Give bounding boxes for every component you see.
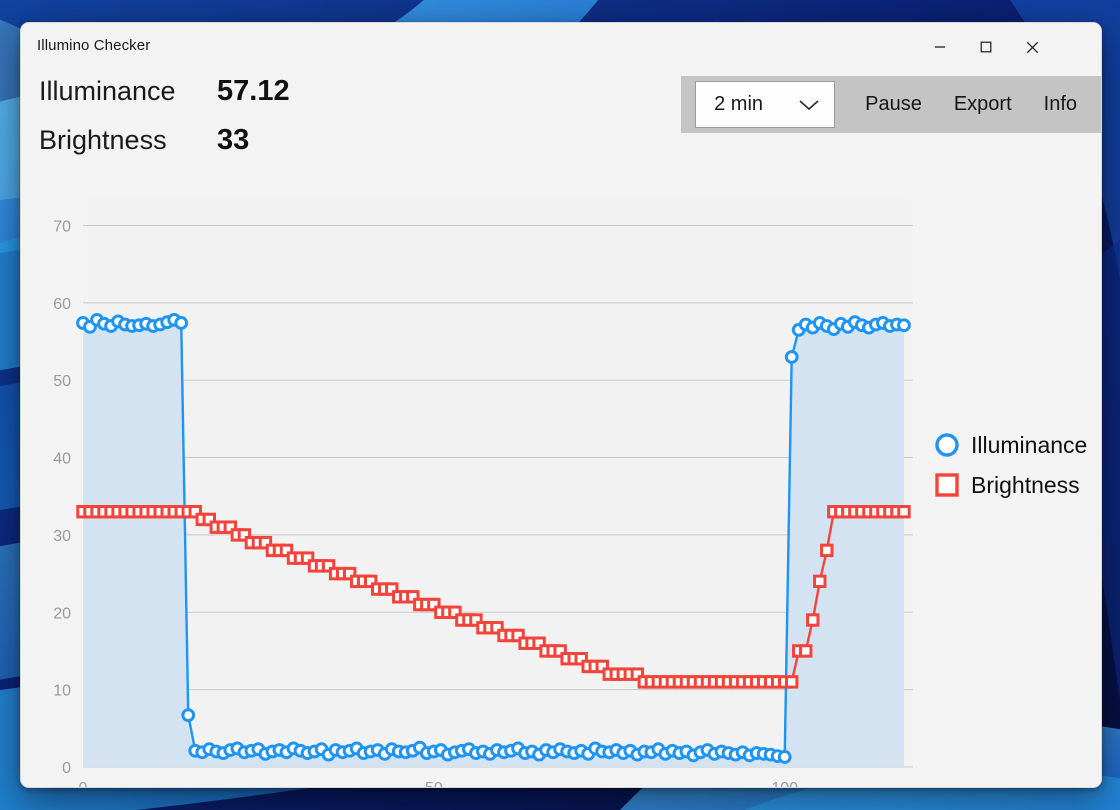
svg-text:0: 0 <box>62 760 71 777</box>
svg-text:10: 10 <box>53 683 71 700</box>
chart-y-axis-labels: 0 10 20 30 40 50 60 70 <box>53 218 71 777</box>
close-icon <box>1026 41 1038 53</box>
interval-dropdown[interactable]: 2 min <box>695 81 836 128</box>
svg-text:70: 70 <box>53 218 71 235</box>
legend-label: Brightness <box>971 472 1080 498</box>
window-title: Illumino Checker <box>37 37 151 54</box>
sensor-chart[interactable]: 0 10 20 30 40 50 60 70 0 50 100 Illuminance Bright… <box>21 173 1101 787</box>
close-button[interactable] <box>1009 23 1055 71</box>
readout-label-illuminance: Illuminance <box>39 76 176 106</box>
svg-text:100: 100 <box>771 780 798 787</box>
app-window: Illumino Checker Illuminance 57.12 Brigh… <box>20 22 1102 788</box>
svg-text:40: 40 <box>53 451 71 468</box>
readout-label-brightness: Brightness <box>39 125 167 155</box>
svg-text:20: 20 <box>53 605 71 622</box>
readout-row-illuminance: Illuminance 57.12 <box>39 75 290 124</box>
maximize-icon <box>980 41 992 53</box>
info-button[interactable]: Info <box>1028 81 1095 128</box>
export-button[interactable]: Export <box>938 81 1028 128</box>
readout-row-brightness: Brightness 33 <box>39 124 290 173</box>
svg-text:30: 30 <box>53 528 71 545</box>
legend-item-brightness[interactable]: Brightness <box>935 472 1080 498</box>
interval-dropdown-label: 2 min <box>714 93 764 115</box>
toolbar: 2 min Pause Export Info <box>681 76 1101 133</box>
chart-panel: 0 10 20 30 40 50 60 70 0 50 100 Illuminance Bright… <box>21 173 1101 787</box>
readout-value-brightness: 33 <box>217 124 250 156</box>
svg-text:60: 60 <box>53 296 71 313</box>
minimize-icon <box>935 46 945 48</box>
title-bar: Illumino Checker <box>21 23 1101 75</box>
readout-value-illuminance: 57.12 <box>217 75 290 107</box>
chevron-down-icon <box>798 98 820 112</box>
circle-outline-icon <box>935 433 959 457</box>
sensor-readout: Illuminance 57.12 Brightness 33 <box>39 75 290 173</box>
svg-text:0: 0 <box>79 780 88 787</box>
svg-text:50: 50 <box>53 373 71 390</box>
chart-legend[interactable]: Illuminance Brightness <box>935 432 1087 498</box>
square-outline-icon <box>935 473 959 497</box>
maximize-button[interactable] <box>963 23 1009 71</box>
chart-x-axis-labels: 0 50 100 <box>79 780 799 787</box>
pause-button[interactable]: Pause <box>849 81 938 128</box>
minimize-button[interactable] <box>917 23 963 71</box>
legend-label: Illuminance <box>971 432 1087 458</box>
svg-text:50: 50 <box>425 780 443 787</box>
legend-item-illuminance[interactable]: Illuminance <box>935 432 1087 458</box>
